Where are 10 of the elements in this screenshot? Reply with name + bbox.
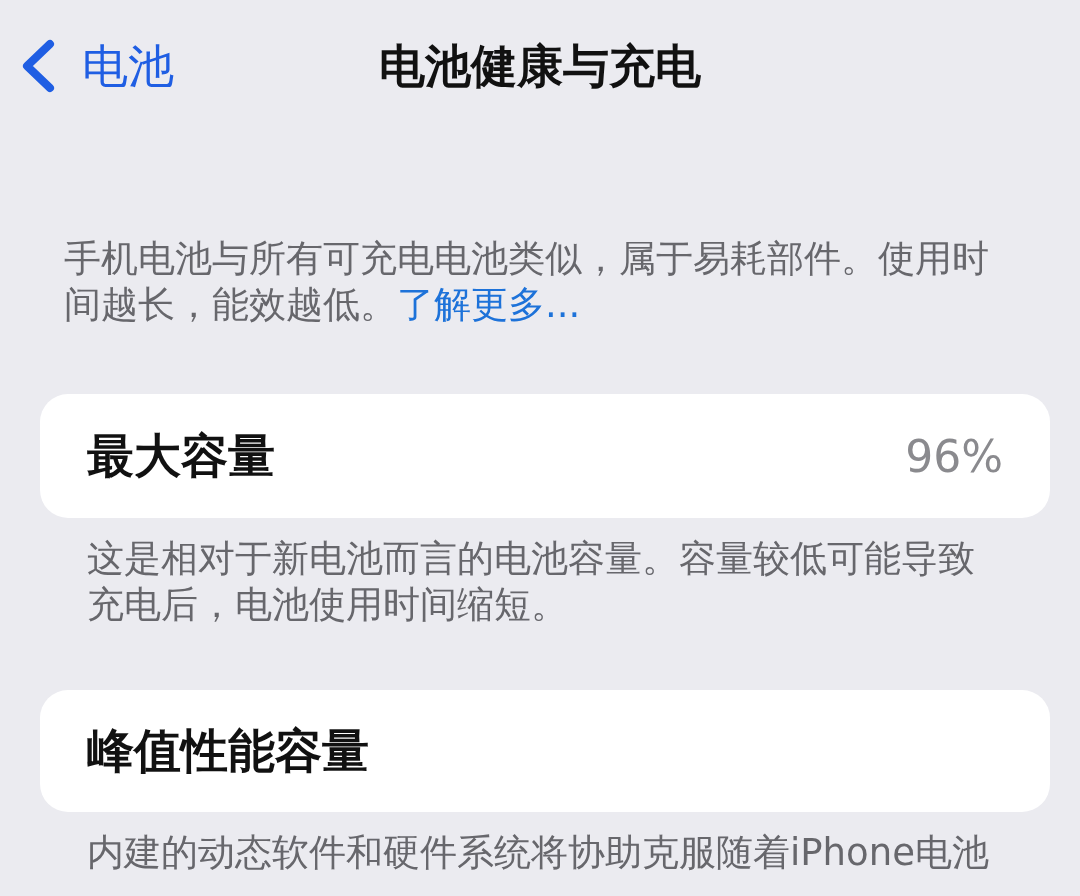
nav-title: 电池健康与充电 — [379, 38, 701, 94]
chevron-left-icon — [20, 39, 56, 93]
row-label: 最大容量 — [87, 426, 275, 485]
section-footer-text: 内建的动态软件和硬件系统将协助克服随着iPhone电池 — [87, 830, 990, 876]
learn-more-link[interactable]: 了解更多... — [397, 283, 581, 326]
row-label: 峰值性能容量 — [87, 721, 369, 780]
section-footer-text: 这是相对于新电池而言的电池容量。容量较低可能导致充电后，电池使用时间缩短。 — [87, 536, 976, 628]
intro-paragraph: 手机电池与所有可充电电池类似，属于易耗部件。使用时间越长，能效越低。了解更多... — [64, 236, 990, 328]
back-button[interactable]: 电池 — [20, 38, 174, 94]
row-value: 96% — [905, 430, 1003, 482]
